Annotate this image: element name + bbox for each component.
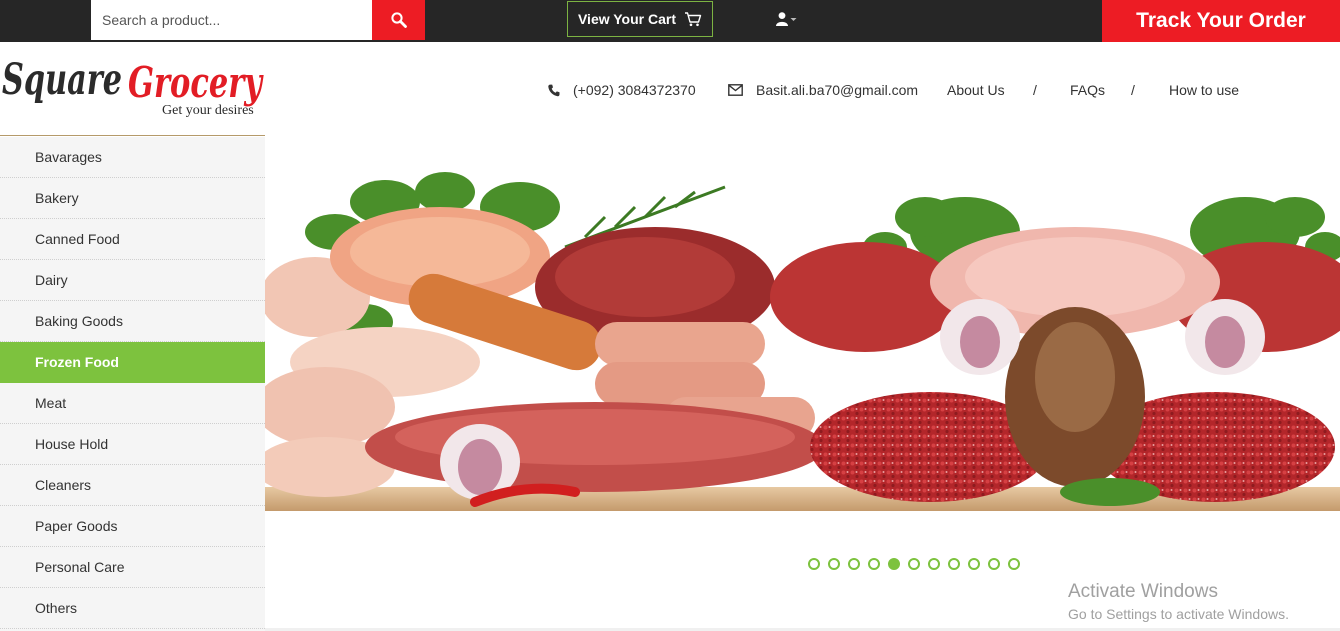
sidebar-item-label: House Hold — [35, 436, 109, 452]
slider-dot-active[interactable] — [888, 558, 900, 570]
track-order-button[interactable]: Track Your Order — [1102, 0, 1340, 42]
sidebar-item-label: Meat — [35, 395, 67, 411]
sidebar-item-paper-goods[interactable]: Paper Goods — [0, 506, 265, 547]
sidebar-item-label: Personal Care — [35, 559, 125, 575]
sidebar-item-label: Cleaners — [35, 477, 92, 493]
separator: / — [1131, 82, 1135, 98]
sidebar-item-meat[interactable]: Meat — [0, 383, 265, 424]
email-address: Basit.ali.ba70@gmail.com — [756, 82, 919, 98]
phone-contact: (+092) 3084372370 — [548, 82, 696, 98]
nav-about-us[interactable]: About Us — [947, 82, 1005, 98]
sidebar-item-personal-care[interactable]: Personal Care — [0, 547, 265, 588]
user-icon — [776, 12, 788, 26]
sidebar-item-label: Paper Goods — [35, 518, 118, 534]
search-icon — [390, 12, 407, 28]
sidebar-item-label: Dairy — [35, 272, 68, 288]
nav-separator: / — [1033, 82, 1037, 98]
nav-separator: / — [1131, 82, 1135, 98]
sidebar-item-canned-food[interactable]: Canned Food — [0, 219, 265, 260]
email-contact: Basit.ali.ba70@gmail.com — [728, 82, 918, 98]
separator: / — [1033, 82, 1037, 98]
how-to-use-link[interactable]: How to use — [1169, 82, 1239, 98]
sidebar-item-others[interactable]: Others — [0, 588, 265, 629]
view-cart-label: View Your Cart — [577, 11, 677, 27]
sidebar-item-bavarages[interactable]: Bavarages — [0, 137, 265, 178]
sidebar-item-house-hold[interactable]: House Hold — [0, 424, 265, 465]
sidebar-item-frozen-food[interactable]: Frozen Food — [0, 342, 265, 383]
logo-word-square: Square — [2, 55, 122, 105]
user-menu[interactable] — [775, 11, 797, 27]
sidebar-item-cleaners[interactable]: Cleaners — [0, 465, 265, 506]
view-cart-button[interactable]: View Your Cart — [567, 1, 713, 37]
slider-dot[interactable] — [908, 558, 920, 570]
slider-dot[interactable] — [848, 558, 860, 570]
sidebar-item-dairy[interactable]: Dairy — [0, 260, 265, 301]
sidebar-item-label: Others — [35, 600, 78, 616]
slider-dot[interactable] — [868, 558, 880, 570]
nav-how-to-use[interactable]: How to use — [1169, 82, 1239, 98]
slider-dot[interactable] — [828, 558, 840, 570]
sidebar-item-label: Canned Food — [35, 231, 120, 247]
cart-icon — [685, 12, 702, 27]
watermark-subtitle: Go to Settings to activate Windows. — [1068, 606, 1289, 622]
logo-word-grocery: Grocery — [128, 58, 264, 107]
slider-dot[interactable] — [928, 558, 940, 570]
slider-pagination — [808, 558, 1020, 570]
nav-faqs[interactable]: FAQs — [1070, 82, 1105, 98]
slider-dot[interactable] — [808, 558, 820, 570]
logo-tagline: Get your desires — [162, 103, 254, 118]
sidebar-item-label: Bakery — [35, 190, 79, 206]
top-bar: View Your Cart Track Your Order — [0, 0, 1340, 42]
sidebar-item-label: Baking Goods — [35, 313, 123, 329]
activate-windows-watermark: Activate Windows Go to Settings to activ… — [1068, 581, 1289, 622]
sidebar-item-label: Frozen Food — [35, 354, 119, 370]
track-order-label: Track Your Order — [1136, 9, 1306, 32]
slider-dot[interactable] — [988, 558, 1000, 570]
envelope-icon — [728, 84, 743, 96]
sidebar-item-bakery[interactable]: Bakery — [0, 178, 265, 219]
chevron-down-icon — [790, 17, 797, 21]
slider-dot[interactable] — [948, 558, 960, 570]
faqs-link[interactable]: FAQs — [1070, 82, 1105, 98]
search-input[interactable] — [91, 0, 372, 40]
search-button[interactable] — [372, 0, 425, 40]
sidebar-item-baking-goods[interactable]: Baking Goods — [0, 301, 265, 342]
sidebar-item-label: Bavarages — [35, 149, 102, 165]
watermark-title: Activate Windows — [1068, 581, 1218, 602]
category-sidebar: Bavarages Bakery Canned Food Dairy Bakin… — [0, 137, 265, 631]
about-us-link[interactable]: About Us — [947, 82, 1005, 98]
site-logo[interactable]: Square Grocery Get your desires — [0, 42, 265, 136]
phone-icon — [548, 84, 560, 96]
phone-number: (+092) 3084372370 — [573, 82, 696, 98]
hero-banner-image — [265, 137, 1340, 511]
slider-dot[interactable] — [1008, 558, 1020, 570]
slider-dot[interactable] — [968, 558, 980, 570]
